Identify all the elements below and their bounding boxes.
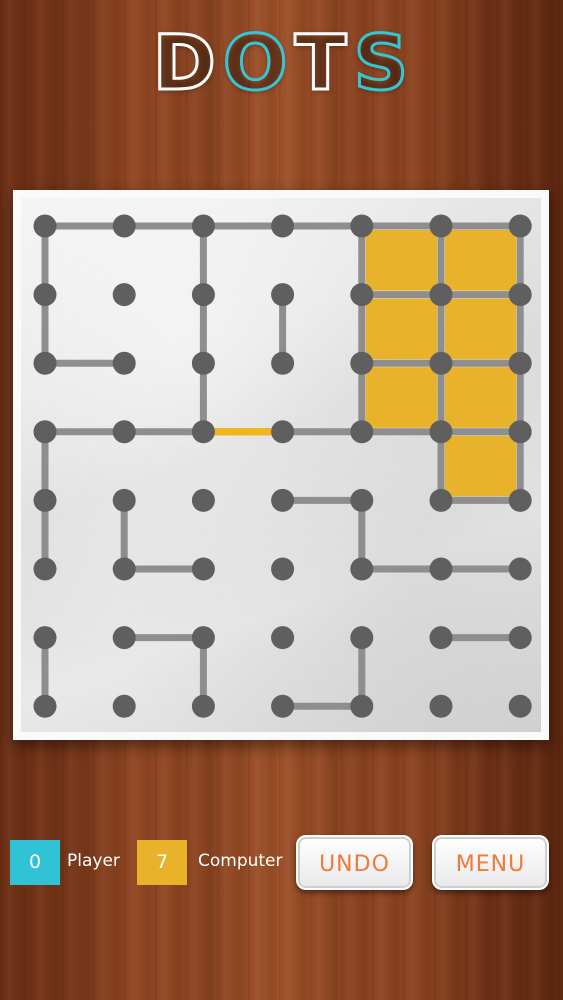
grid-dot[interactable] (429, 488, 453, 512)
grid-dot[interactable] (112, 626, 136, 650)
player-score: 0 (28, 851, 42, 873)
grid-dot[interactable] (508, 694, 532, 718)
grid-dot[interactable] (508, 214, 532, 238)
grid-dot[interactable] (191, 694, 215, 718)
grid-dot[interactable] (429, 214, 453, 238)
grid-dot[interactable] (508, 420, 532, 444)
grid-dot[interactable] (429, 557, 453, 581)
grid-dot[interactable] (112, 283, 136, 307)
grid-dot[interactable] (191, 214, 215, 238)
grid-dot[interactable] (112, 694, 136, 718)
grid-dot[interactable] (33, 351, 57, 375)
grid-dot[interactable] (271, 351, 295, 375)
claimed-box (445, 230, 517, 291)
claimed-box (445, 435, 517, 497)
grid-dot[interactable] (429, 283, 453, 307)
grid-dot[interactable] (508, 351, 532, 375)
grid-dot[interactable] (429, 420, 453, 444)
grid-dot[interactable] (271, 283, 295, 307)
grid-dot[interactable] (33, 626, 57, 650)
grid-dot[interactable] (271, 214, 295, 238)
grid-dot[interactable] (112, 557, 136, 581)
grid-dot[interactable] (191, 557, 215, 581)
claimed-box (365, 230, 437, 291)
undo-button[interactable]: UNDO (296, 835, 413, 890)
grid-dot[interactable] (350, 420, 374, 444)
grid-dot[interactable] (350, 694, 374, 718)
grid-dot[interactable] (350, 557, 374, 581)
grid-dot[interactable] (191, 488, 215, 512)
grid-dot[interactable] (350, 626, 374, 650)
computer-score-box: 7 (137, 840, 187, 885)
grid-dot[interactable] (271, 694, 295, 718)
grid-dot[interactable] (429, 351, 453, 375)
grid-dot[interactable] (191, 626, 215, 650)
grid-dot[interactable] (271, 626, 295, 650)
grid-dot[interactable] (508, 488, 532, 512)
grid-dot[interactable] (33, 557, 57, 581)
grid-dot[interactable] (350, 351, 374, 375)
grid-dot[interactable] (271, 488, 295, 512)
grid-dot[interactable] (33, 420, 57, 444)
claimed-box (365, 298, 437, 360)
menu-button[interactable]: MENU (432, 835, 549, 890)
grid-dot[interactable] (191, 283, 215, 307)
grid-dot[interactable] (350, 283, 374, 307)
computer-label: Computer (198, 851, 283, 871)
grid-dot[interactable] (33, 283, 57, 307)
grid-dot[interactable] (350, 488, 374, 512)
player-score-box: 0 (10, 840, 60, 885)
grid-dot[interactable] (191, 420, 215, 444)
grid-dot[interactable] (112, 351, 136, 375)
claimed-box (365, 367, 437, 428)
grid-dot[interactable] (191, 351, 215, 375)
grid-dot[interactable] (508, 283, 532, 307)
grid-dot[interactable] (350, 214, 374, 238)
grid-dot[interactable] (33, 488, 57, 512)
grid-dot[interactable] (429, 626, 453, 650)
claimed-box (445, 298, 517, 360)
grid-dot[interactable] (112, 488, 136, 512)
grid-dot[interactable] (271, 420, 295, 444)
grid-dot[interactable] (112, 214, 136, 238)
player-label: Player (67, 851, 120, 871)
grid-dot[interactable] (508, 626, 532, 650)
grid-dot[interactable] (112, 420, 136, 444)
computer-score: 7 (155, 851, 169, 873)
claimed-box (445, 367, 517, 428)
grid-dot[interactable] (429, 694, 453, 718)
grid-dot[interactable] (33, 214, 57, 238)
grid-dot[interactable] (33, 694, 57, 718)
grid-dot[interactable] (508, 557, 532, 581)
grid-dot[interactable] (271, 557, 295, 581)
